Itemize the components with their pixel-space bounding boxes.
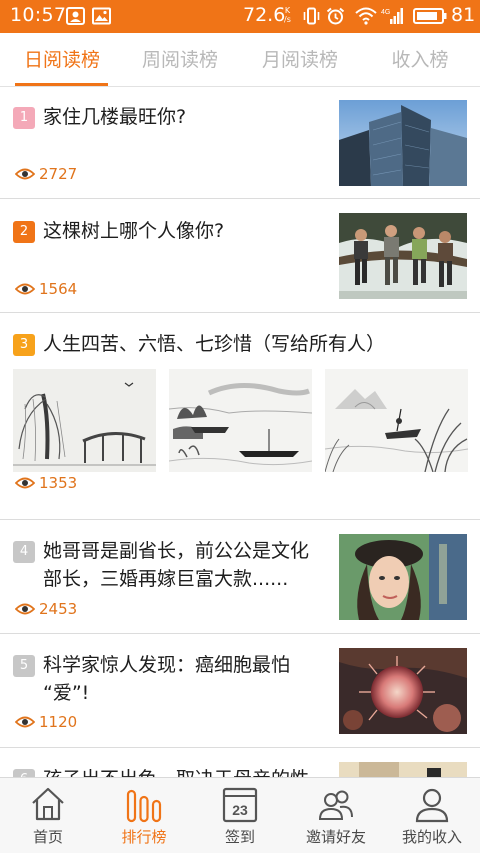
tab-weekly[interactable]: 周阅读榜 — [130, 33, 230, 87]
rank-badge: 5 — [13, 655, 35, 677]
image-icon — [92, 7, 111, 25]
rank-badge: 6 — [13, 769, 35, 777]
eye-icon — [15, 168, 35, 180]
bottom-navigation: 首页 排行榜 23 签到 邀请好友 我的收入 — [0, 777, 480, 853]
rank-badge: 3 — [13, 334, 35, 356]
alarm-icon — [326, 7, 345, 25]
ranking-icon — [126, 789, 162, 823]
article-title[interactable]: 孩子出不出色，取决于母亲的性 — [43, 765, 309, 777]
signal-4g-icon: 4G — [381, 8, 403, 24]
wifi-icon — [355, 7, 377, 25]
nav-invite[interactable]: 邀请好友 — [288, 778, 384, 853]
svg-text:23: 23 — [232, 802, 248, 818]
nav-home[interactable]: 首页 — [0, 778, 96, 853]
article-thumbnail-painting[interactable] — [339, 762, 467, 777]
ink-painting-thumbnail[interactable] — [325, 369, 468, 472]
status-time: 10:57 — [10, 4, 67, 26]
tab-monthly[interactable]: 月阅读榜 — [250, 33, 350, 87]
home-icon — [32, 787, 64, 821]
list-item[interactable]: 5 科学家惊人发现：癌细胞最怕 “爱”! 1120 — [0, 635, 480, 748]
nav-my-income[interactable]: 我的收入 — [384, 778, 480, 853]
view-count: 1120 — [15, 713, 77, 731]
list-item[interactable]: 6 孩子出不出色，取决于母亲的性 — [0, 749, 480, 777]
article-title[interactable]: 她哥哥是副省长，前公公是文化 部长，三婚再嫁巨富大款...... — [43, 537, 309, 593]
list-item[interactable]: 1 家住几楼最旺你? 2727 — [0, 87, 480, 199]
eye-icon — [15, 716, 35, 728]
article-title[interactable]: 科学家惊人发现：癌细胞最怕 “爱”! — [43, 651, 290, 707]
network-speed-unit: K/s — [284, 6, 291, 24]
battery-icon — [413, 8, 447, 24]
svg-text:4G: 4G — [381, 9, 390, 16]
article-title[interactable]: 这棵树上哪个人像你? — [43, 217, 224, 245]
eye-icon — [15, 283, 35, 295]
active-tab-indicator — [15, 83, 108, 86]
list-item[interactable]: 3 人生四苦、六悟、七珍惜（写给所有人） 1353 — [0, 314, 480, 520]
article-thumbnail-skyscrapers[interactable] — [339, 100, 467, 186]
ink-painting-thumbnail[interactable] — [169, 369, 312, 472]
status-bar: 10:57 72.6 K/s 4G 81 — [0, 0, 480, 33]
tab-income[interactable]: 收入榜 — [370, 33, 470, 87]
vibrate-icon — [303, 7, 320, 25]
view-count: 2727 — [15, 165, 77, 183]
list-item[interactable]: 2 这棵树上哪个人像你? 1564 — [0, 200, 480, 313]
view-count: 1353 — [15, 474, 77, 492]
ink-painting-thumbnail[interactable] — [13, 369, 156, 472]
eye-icon — [15, 477, 35, 489]
tab-daily[interactable]: 日阅读榜 — [12, 33, 112, 87]
article-thumbnail-people-in-tree[interactable] — [339, 213, 467, 299]
network-speed: 72.6 — [243, 4, 286, 26]
article-thumbnail-cancer-cell[interactable] — [339, 648, 467, 734]
view-count: 2453 — [15, 600, 77, 618]
invite-friends-icon — [318, 790, 353, 820]
notification-icon — [66, 7, 85, 25]
list-item[interactable]: 4 她哥哥是副省长，前公公是文化 部长，三婚再嫁巨富大款...... 2453 — [0, 521, 480, 634]
article-title[interactable]: 家住几楼最旺你? — [43, 103, 186, 131]
ranking-tabs: 日阅读榜 周阅读榜 月阅读榜 收入榜 — [0, 33, 480, 87]
calendar-icon: 23 — [222, 787, 258, 823]
eye-icon — [15, 603, 35, 615]
article-list[interactable]: 1 家住几楼最旺你? 2727 2 这棵树上哪个人像你? 1564 3 人生四苦… — [0, 87, 480, 777]
rank-badge: 1 — [13, 107, 35, 129]
view-count: 1564 — [15, 280, 77, 298]
article-title[interactable]: 人生四苦、六悟、七珍惜（写给所有人） — [43, 330, 385, 358]
article-thumbnail-woman-portrait[interactable] — [339, 534, 467, 620]
battery-percent: 81 — [451, 4, 476, 26]
rank-badge: 2 — [13, 221, 35, 243]
rank-badge: 4 — [13, 541, 35, 563]
nav-ranking[interactable]: 排行榜 — [96, 778, 192, 853]
nav-checkin[interactable]: 23 签到 — [192, 778, 288, 853]
profile-icon — [415, 788, 449, 823]
